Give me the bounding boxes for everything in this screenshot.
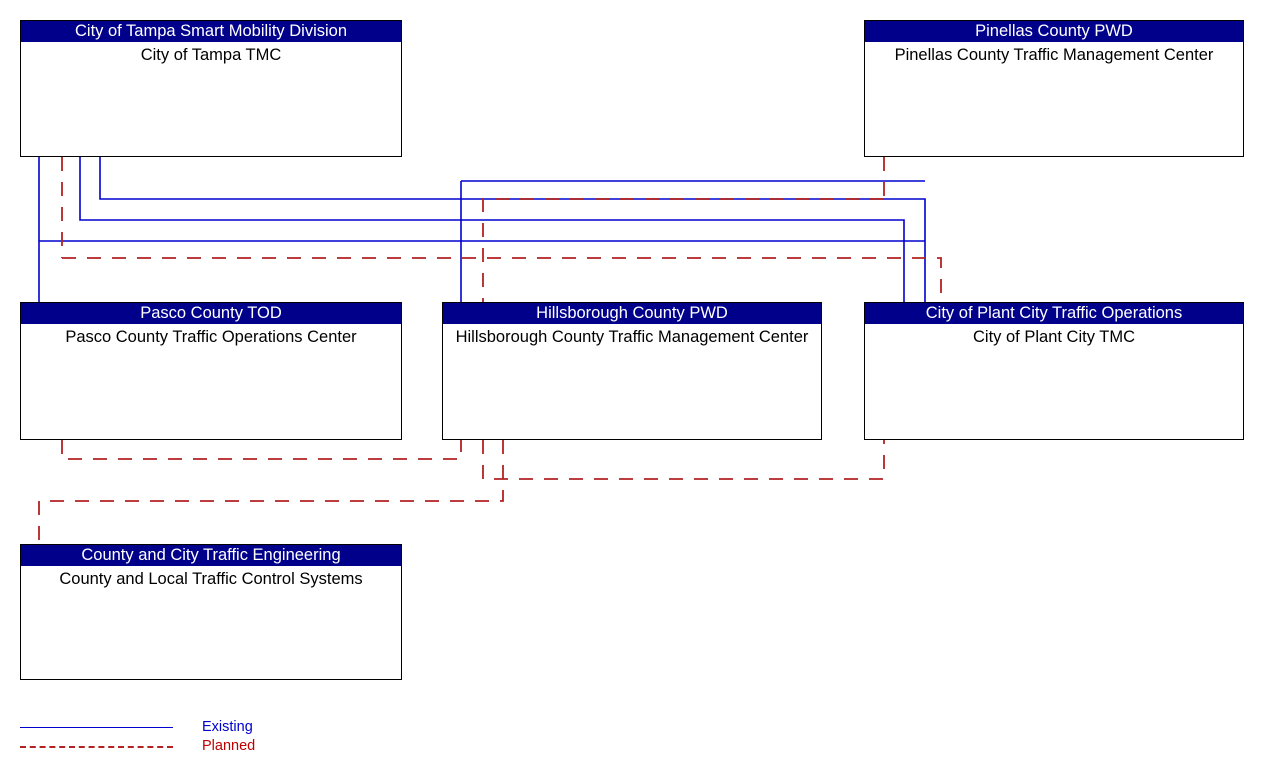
planned-flow-row-258 (62, 257, 942, 302)
planned-flow-pasco-hillsborough (61, 440, 462, 460)
legend-label-planned: Planned (202, 738, 256, 754)
legend-swatch-planned-line (20, 746, 173, 748)
architecture-diagram-canvas: City of Tampa Smart Mobility Division Ci… (0, 0, 1261, 781)
node-stakeholder-label: Pinellas County PWD (865, 21, 1243, 42)
node-element-label: Hillsborough County Traffic Management C… (455, 328, 809, 346)
node-stakeholder-label: County and City Traffic Engineering (21, 545, 401, 566)
node-element-label: City of Tampa TMC (140, 46, 282, 64)
legend-swatch-existing-line (20, 727, 173, 728)
node-stakeholder-label: Hillsborough County PWD (443, 303, 821, 324)
node-element-label: Pasco County Traffic Operations Center (65, 328, 357, 346)
legend-label-existing: Existing (202, 719, 253, 735)
node-city-of-plant-city-tmc[interactable]: City of Plant City Traffic Operations Ci… (864, 302, 1244, 440)
node-element-label: City of Plant City TMC (973, 328, 1135, 346)
node-element-label: County and Local Traffic Control Systems (59, 570, 363, 588)
planned-flow-hillsborough-countylocal (38, 440, 504, 544)
node-hillsborough-county-traffic-management-center[interactable]: Hillsborough County PWD Hillsborough Cou… (442, 302, 822, 440)
existing-flow-tampa-pinellas-a (99, 157, 926, 302)
node-stakeholder-label: City of Plant City Traffic Operations (865, 303, 1243, 324)
node-element-label: Pinellas County Traffic Management Cente… (894, 46, 1214, 64)
node-pinellas-county-traffic-management-center[interactable]: Pinellas County PWD Pinellas County Traf… (864, 20, 1244, 157)
existing-flows-group (38, 157, 926, 302)
node-stakeholder-label: City of Tampa Smart Mobility Division (21, 21, 401, 42)
node-pasco-county-traffic-operations-center[interactable]: Pasco County TOD Pasco County Traffic Op… (20, 302, 402, 440)
node-city-of-tampa-tmc[interactable]: City of Tampa Smart Mobility Division Ci… (20, 20, 402, 157)
node-county-and-local-traffic-control-systems[interactable]: County and City Traffic Engineering Coun… (20, 544, 402, 680)
existing-flow-tampa-pinellas-b (79, 157, 905, 302)
node-stakeholder-label: Pasco County TOD (21, 303, 401, 324)
planned-flow-hillsborough-plantcity (482, 440, 885, 480)
planned-flow-row-199 (482, 198, 884, 302)
